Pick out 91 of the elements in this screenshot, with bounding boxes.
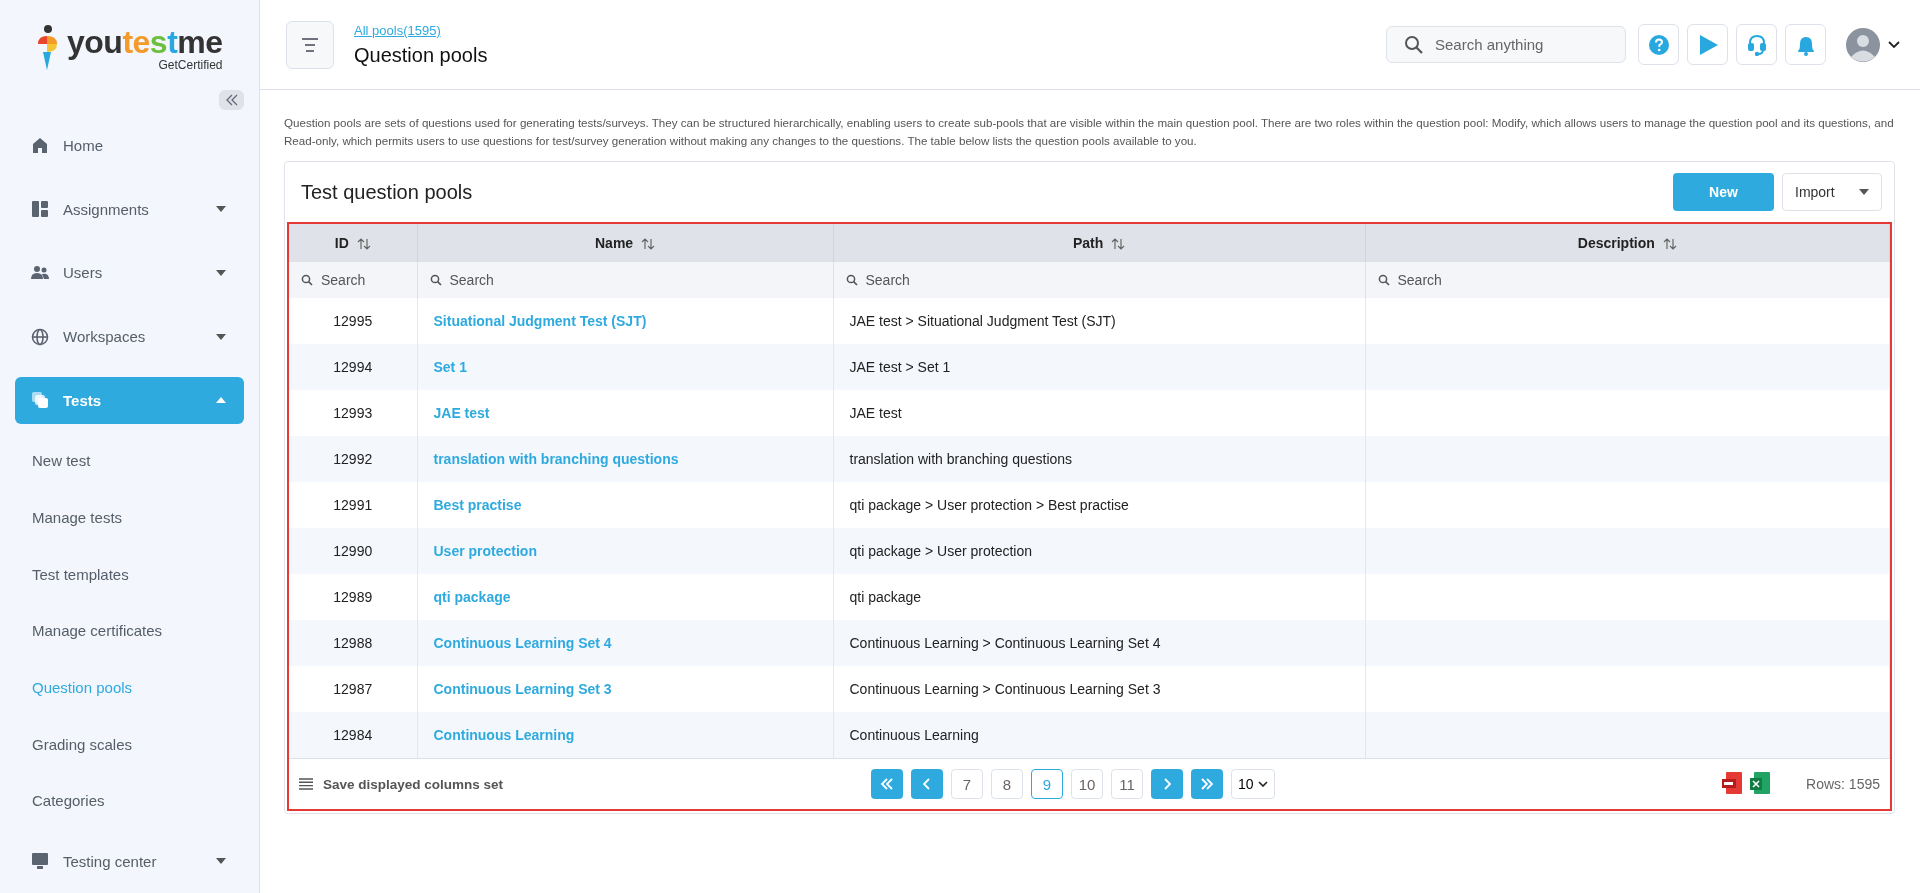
help-button[interactable]: [1638, 24, 1679, 65]
column-header[interactable]: Path: [833, 224, 1365, 262]
logo-text: youtestme: [67, 24, 223, 60]
nav-item[interactable]: Workspaces: [15, 312, 244, 361]
support-button[interactable]: [1736, 24, 1777, 65]
collapse-sidebar-button[interactable]: [219, 89, 244, 110]
table-cell: JAE test > Situational Judgment Test (SJT): [849, 313, 1116, 329]
table-cell: 12995: [333, 313, 373, 329]
table-cell: 12987: [333, 681, 373, 697]
nav-subitem[interactable]: New test: [15, 432, 244, 489]
table-cell: qti package > User protection > Best practise: [849, 497, 1129, 513]
list-icon: [299, 778, 313, 790]
table-cell: 12993: [333, 405, 373, 421]
pdf-export-icon[interactable]: [1722, 772, 1745, 796]
page-number-button[interactable]: 10: [1071, 769, 1103, 799]
nav-subitem[interactable]: Manage tests: [15, 489, 244, 546]
nav-subitem[interactable]: Categories: [15, 772, 244, 830]
card-title: Test question pools: [301, 180, 474, 204]
table-cell: 12991: [333, 497, 373, 513]
sort-icon: [1111, 238, 1126, 251]
search-icon: [1377, 274, 1390, 286]
table-cell: qti package: [849, 589, 922, 605]
logo-tagline: GetCertified: [158, 58, 223, 72]
double-chevron-left-icon: [880, 778, 894, 790]
next-page-button[interactable]: [1151, 769, 1183, 799]
avatar-icon[interactable]: [1846, 27, 1880, 62]
nav-subitem[interactable]: Manage certificates: [15, 602, 244, 660]
table-cell: JAE test: [849, 405, 902, 421]
double-chevron-right-icon: [1200, 778, 1214, 790]
chevron-down-icon[interactable]: [1888, 40, 1900, 49]
column-header[interactable]: ID: [289, 224, 417, 262]
table-cell: JAE test > Set 1: [849, 359, 951, 375]
globe-icon: [31, 327, 49, 346]
column-search-field[interactable]: Search: [833, 262, 1365, 298]
column-search-field[interactable]: Search: [1365, 262, 1889, 298]
table-cell: Continuous Learning > Continuous Learning Set 4: [849, 635, 1161, 651]
search-icon: [429, 274, 442, 286]
table-cell: 12992: [333, 451, 373, 467]
chevron-left-icon: [923, 778, 931, 790]
first-page-button[interactable]: [871, 769, 903, 799]
previous-page-button[interactable]: [911, 769, 943, 799]
sort-icon: [356, 238, 371, 251]
table-cell: Continuous Learning: [849, 727, 979, 743]
nav-item[interactable]: Home: [15, 121, 244, 170]
table-cell: translation with branching questions: [849, 451, 1073, 467]
headset-icon: [1745, 33, 1768, 56]
column-header[interactable]: Name: [417, 224, 833, 262]
page-number-button[interactable]: 7: [951, 769, 983, 799]
home-icon: [31, 136, 49, 155]
table-cell: Continuous Learning > Continuous Learning Set 3: [849, 681, 1161, 697]
page-size-dropdown[interactable]: 10: [1231, 769, 1275, 799]
table-cell: 12989: [333, 589, 373, 605]
double-chevron-left-icon: [224, 93, 239, 106]
import-dropdown[interactable]: Import: [1782, 173, 1882, 211]
monitor-icon: [31, 852, 49, 871]
page-number-button[interactable]: 11: [1111, 769, 1143, 799]
table-cell: 12994: [333, 359, 373, 375]
chevron-down-icon: [1257, 781, 1268, 787]
table-cell: qti package > User protection: [849, 543, 1032, 559]
nav-subitem[interactable]: Test templates: [15, 545, 244, 603]
sort-icon: [1662, 238, 1677, 251]
description-text: Question pools are sets of questions used for generating tests/surveys. They can be structured hierarchically, enabling users to create sub-pools that are visible within the main question pool. There are two roles within the question pool: Modify, which allows users to manage the question pool and its questions, and Read-only, which permits users to use questions for test/survey generation without making any changes to the questions. The table below lists the question pools available to you.: [284, 115, 1895, 149]
column-search-field[interactable]: Search: [417, 262, 833, 298]
table-cell: 12990: [333, 543, 373, 559]
menu-button[interactable]: [286, 20, 334, 69]
search-icon: [301, 274, 313, 286]
column-search-field[interactable]: Search: [289, 262, 417, 298]
save-columns-button[interactable]: Save displayed columns set: [299, 776, 871, 792]
menu-icon: [301, 37, 319, 52]
help-icon: [1647, 33, 1670, 56]
nav-subitem[interactable]: Grading scales: [15, 715, 244, 773]
search-icon: [845, 274, 858, 286]
play-button[interactable]: [1687, 24, 1728, 65]
search-icon: [1404, 35, 1424, 55]
nav-item[interactable]: Assignments: [15, 185, 244, 234]
nav-item[interactable]: Users: [15, 249, 244, 297]
notifications-button[interactable]: [1785, 24, 1826, 65]
excel-export-icon[interactable]: [1750, 772, 1773, 796]
nav-item[interactable]: Testing center: [15, 837, 244, 885]
last-page-button[interactable]: [1191, 769, 1223, 799]
users-icon: [31, 263, 49, 282]
caret-icon: [1859, 189, 1869, 195]
chevron-right-icon: [1163, 778, 1171, 790]
table-cell: 12988: [333, 635, 373, 651]
table-cell: 12984: [333, 727, 373, 743]
page-number-button[interactable]: 8: [991, 769, 1023, 799]
column-header[interactable]: Description: [1365, 224, 1890, 262]
search-field[interactable]: Search anything: [1386, 26, 1626, 63]
rows-count: Rows: 1595: [1806, 776, 1880, 792]
page-title: Question pools: [354, 43, 488, 67]
sort-icon: [641, 238, 655, 251]
